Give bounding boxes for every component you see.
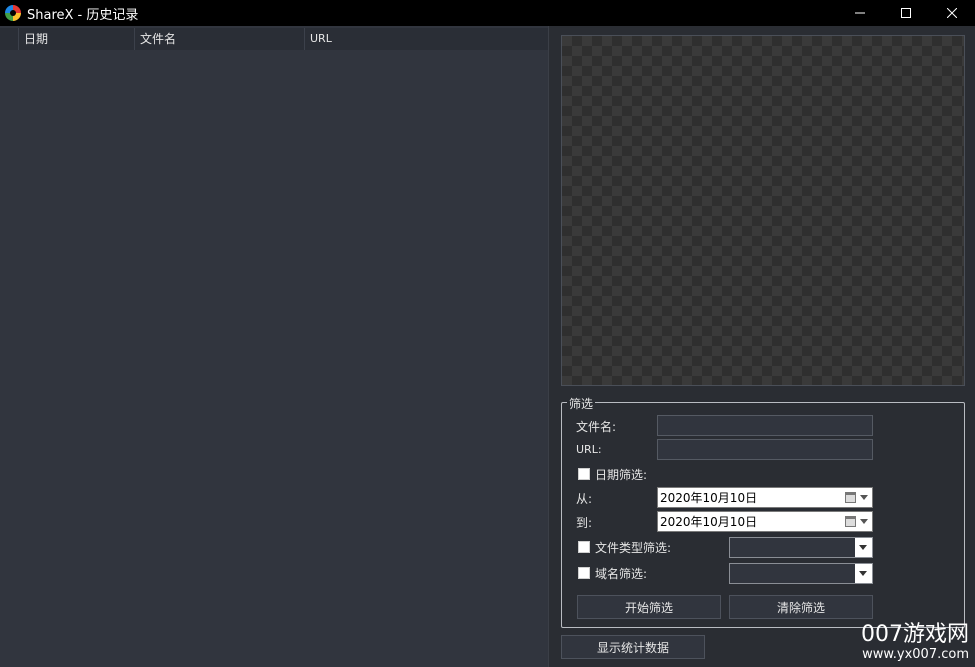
show-stats-button[interactable]: 显示统计数据 — [561, 635, 705, 659]
filetype-filter-label: 文件类型筛选: — [595, 541, 672, 555]
date-filter-checkbox[interactable] — [578, 468, 590, 480]
column-header-gutter — [0, 28, 19, 50]
column-header-url[interactable]: URL — [305, 28, 548, 50]
close-button[interactable] — [929, 0, 975, 26]
chevron-down-icon — [860, 519, 868, 524]
sharex-logo-icon — [5, 5, 21, 21]
filename-input[interactable] — [657, 415, 873, 436]
column-header-date[interactable]: 日期 — [19, 28, 135, 50]
close-icon — [947, 8, 957, 18]
url-input[interactable] — [657, 439, 873, 460]
watermark: 007游戏网 www.yx007.com — [861, 623, 969, 663]
from-label: 从: — [576, 492, 593, 506]
window-title: ShareX - 历史记录 — [27, 7, 139, 23]
filetype-combo[interactable] — [729, 537, 873, 558]
apply-filter-button[interactable]: 开始筛选 — [577, 595, 721, 619]
from-date-value: 2020年10月10日 — [660, 491, 758, 505]
filetype-filter-checkbox[interactable] — [578, 541, 590, 553]
domain-filter-label: 域名筛选: — [595, 567, 648, 581]
maximize-icon — [901, 8, 911, 18]
to-date-picker[interactable]: 2020年10月10日 — [657, 511, 873, 532]
column-header-filename[interactable]: 文件名 — [135, 28, 305, 50]
filename-label: 文件名: — [576, 420, 617, 434]
panel-splitter[interactable] — [548, 26, 554, 667]
minimize-button[interactable] — [837, 0, 883, 26]
calendar-icon — [845, 516, 856, 527]
chevron-down-icon — [859, 571, 867, 576]
list-header: 日期 文件名 URL — [0, 28, 548, 50]
chevron-down-icon — [860, 495, 868, 500]
domain-filter-checkbox[interactable] — [578, 567, 590, 579]
domain-combo[interactable] — [729, 563, 873, 584]
minimize-icon — [855, 12, 865, 14]
to-date-value: 2020年10月10日 — [660, 515, 758, 529]
date-filter-label: 日期筛选: — [595, 468, 648, 482]
window-controls — [837, 0, 975, 26]
filter-group-label: 筛选 — [567, 395, 596, 412]
url-label: URL: — [576, 443, 602, 456]
history-list[interactable]: 日期 文件名 URL — [0, 26, 548, 667]
domain-combo-dropdown[interactable] — [855, 564, 872, 583]
calendar-icon — [845, 492, 856, 503]
chevron-down-icon — [859, 545, 867, 550]
clear-filter-button[interactable]: 清除筛选 — [729, 595, 873, 619]
title-bar: ShareX - 历史记录 — [0, 0, 975, 26]
to-label: 到: — [576, 516, 593, 530]
from-date-picker[interactable]: 2020年10月10日 — [657, 487, 873, 508]
image-preview — [561, 35, 965, 386]
filetype-combo-dropdown[interactable] — [855, 538, 872, 557]
watermark-url: www.yx007.com — [862, 647, 969, 662]
maximize-button[interactable] — [883, 0, 929, 26]
watermark-main: 007游戏网 — [861, 622, 969, 647]
